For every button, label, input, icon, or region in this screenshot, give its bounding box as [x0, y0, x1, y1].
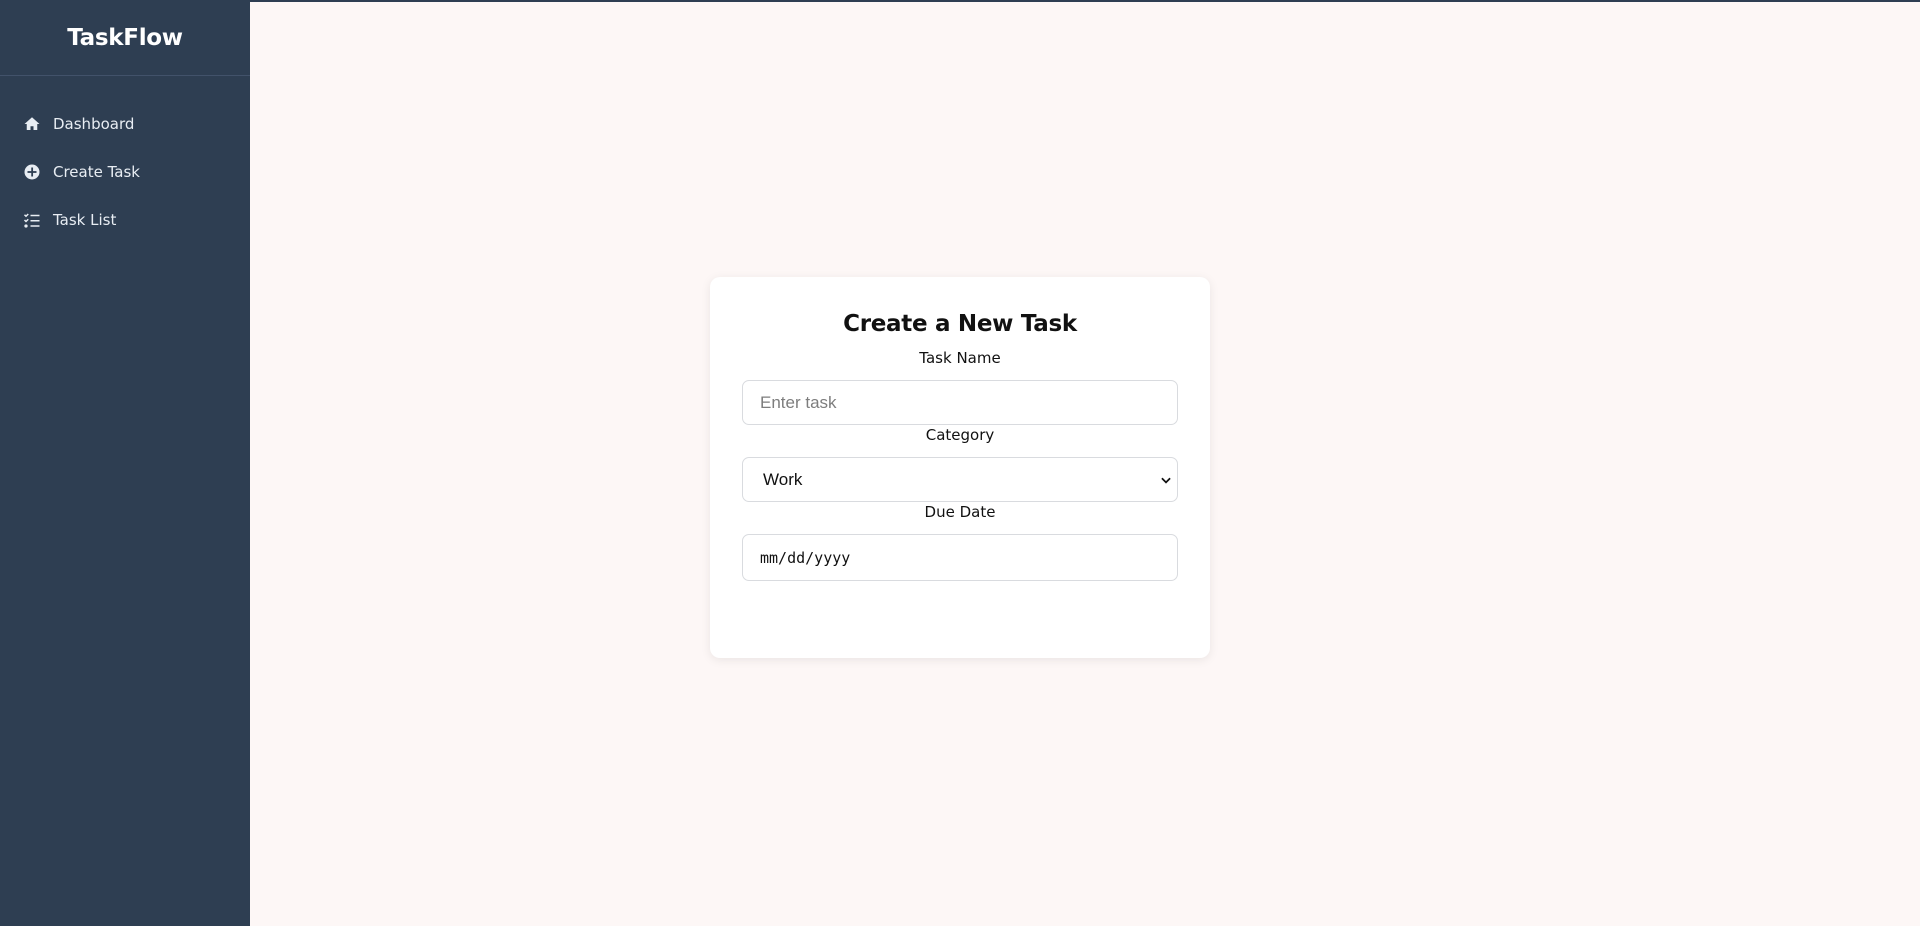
- brand-logo-text: TaskFlow: [0, 0, 250, 76]
- task-name-placeholder: Enter task: [760, 392, 837, 412]
- due-date-label: Due Date: [924, 503, 996, 521]
- page-title: Create a New Task: [843, 311, 1077, 337]
- sidebar-item-label: Task List: [53, 211, 117, 229]
- sidebar-item-task-list[interactable]: Task List: [0, 196, 250, 244]
- sidebar-item-label: Dashboard: [53, 115, 135, 133]
- create-task-card: Create a New Task Task Name Enter task C…: [710, 277, 1210, 658]
- chevron-down-icon: [1159, 473, 1173, 487]
- sidebar-nav: Dashboard Create Task Task List: [0, 76, 250, 244]
- due-date-input[interactable]: mm/dd/yyyy: [742, 534, 1178, 581]
- main-content: Create a New Task Task Name Enter task C…: [250, 2, 1920, 926]
- sidebar-item-label: Create Task: [53, 163, 140, 181]
- sidebar: TaskFlow Dashboard Create Task Task List: [0, 0, 250, 926]
- sidebar-item-dashboard[interactable]: Dashboard: [0, 100, 250, 148]
- category-select[interactable]: Work: [742, 457, 1178, 502]
- task-name-label: Task Name: [919, 349, 1001, 367]
- category-label: Category: [925, 426, 995, 444]
- app-root: TaskFlow Dashboard Create Task Task List: [0, 0, 1920, 926]
- sidebar-item-create-task[interactable]: Create Task: [0, 148, 250, 196]
- list-check-icon: [23, 211, 41, 229]
- category-selected-value: Work: [763, 469, 803, 489]
- home-icon: [23, 115, 41, 133]
- task-name-input[interactable]: Enter task: [742, 380, 1178, 425]
- plus-circle-icon: [23, 163, 41, 181]
- due-date-placeholder: mm/dd/yyyy: [760, 548, 851, 567]
